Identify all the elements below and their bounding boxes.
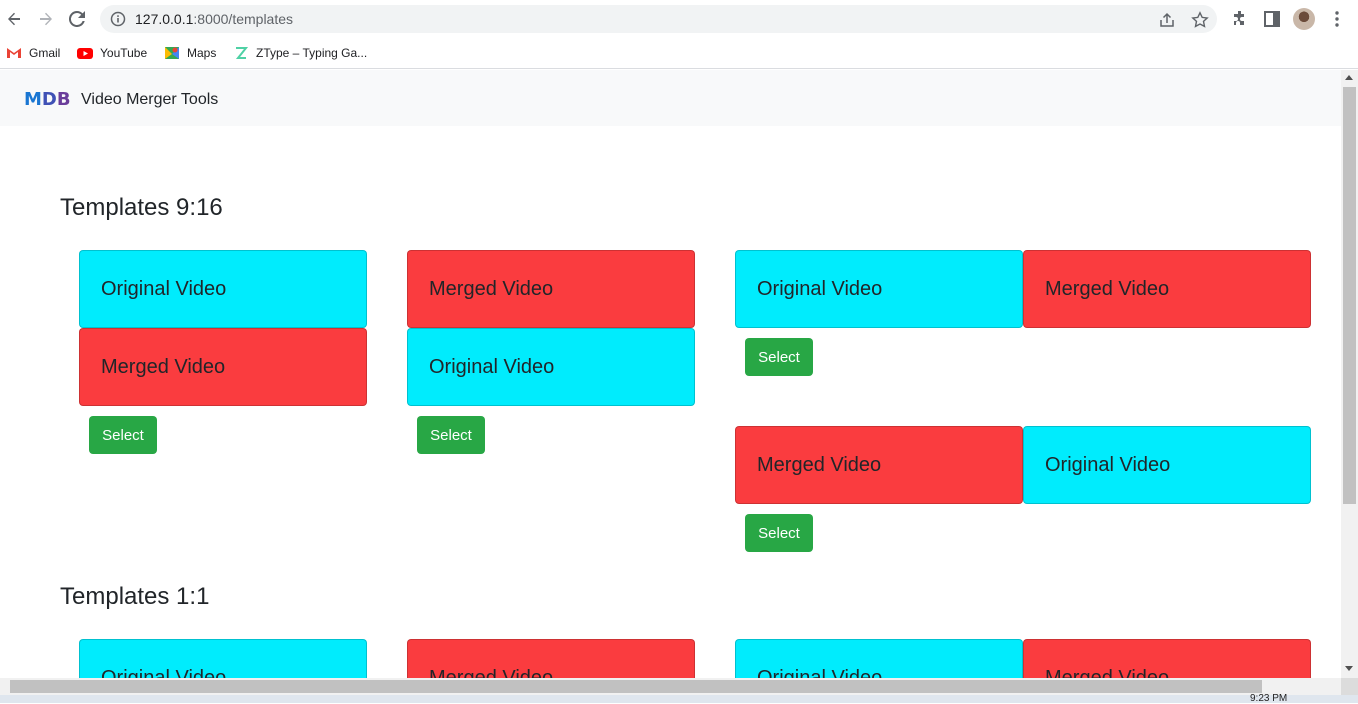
select-button[interactable]: Select [745,514,813,552]
profile-avatar[interactable] [1293,8,1315,30]
merged-video-tile: Merged Video [407,250,695,328]
extensions-icon[interactable] [1230,9,1250,29]
section-title-1-1: Templates 1:1 [60,583,210,610]
merged-video-tile: Merged Video [1023,250,1311,328]
bookmark-ztype[interactable]: ZType – Typing Ga... [233,44,367,62]
original-video-tile: Original Video [1023,426,1311,504]
bookmark-star-icon[interactable] [1191,11,1209,29]
back-arrow-icon[interactable] [3,8,25,30]
original-video-tile: Original Video [735,639,1023,678]
forward-arrow-icon[interactable] [35,8,57,30]
merged-video-tile: Merged Video [407,639,695,678]
app-navbar: MDB Video Merger Tools [0,70,1341,126]
app-title[interactable]: Video Merger Tools [81,91,218,109]
horizontal-scrollbar[interactable] [0,678,1341,695]
merged-video-tile: Merged Video [735,426,1023,504]
side-panel-icon[interactable] [1262,9,1282,29]
page-viewport: MDB Video Merger Tools Templates 9:16 Or… [0,70,1341,678]
os-taskbar: 9:23 PM [0,693,1358,704]
section-title-9-16: Templates 9:16 [60,194,223,221]
original-video-tile: Original Video [79,639,367,678]
address-bar[interactable]: 127.0.0.1:8000/templates [100,5,1217,33]
site-info-icon[interactable] [110,11,126,27]
scrollbar-corner [1341,678,1358,695]
bookmark-maps[interactable]: Maps [164,44,216,62]
maps-icon [165,47,179,59]
share-icon[interactable] [1158,11,1176,29]
select-button[interactable]: Select [745,338,813,376]
youtube-icon [77,48,93,59]
gmail-icon [7,48,21,58]
select-button[interactable]: Select [89,416,157,454]
original-video-tile: Original Video [735,250,1023,328]
browser-toolbar: 127.0.0.1:8000/templates [0,0,1358,38]
scroll-up-arrow-icon[interactable] [1345,75,1353,80]
horizontal-scroll-thumb[interactable] [10,680,1262,693]
merged-video-tile: Merged Video [1023,639,1311,678]
bookmark-gmail[interactable]: Gmail [6,44,60,62]
reload-icon[interactable] [66,8,88,30]
original-video-tile: Original Video [79,250,367,328]
scroll-down-arrow-icon[interactable] [1345,666,1353,671]
ztype-icon [235,47,249,59]
mdb-logo[interactable]: MDB [24,90,71,110]
taskbar-clock: 9:23 PM [1250,693,1288,704]
vertical-scrollbar[interactable] [1341,70,1358,678]
vertical-scroll-thumb[interactable] [1343,87,1356,504]
select-button[interactable]: Select [417,416,485,454]
url-text: 127.0.0.1:8000/templates [135,11,294,27]
merged-video-tile: Merged Video [79,328,367,406]
bookmark-youtube[interactable]: YouTube [77,44,147,62]
bookmarks-bar: Gmail YouTube Maps ZType – Typing Ga... [0,38,1358,69]
more-menu-icon[interactable] [1327,9,1347,29]
original-video-tile: Original Video [407,328,695,406]
